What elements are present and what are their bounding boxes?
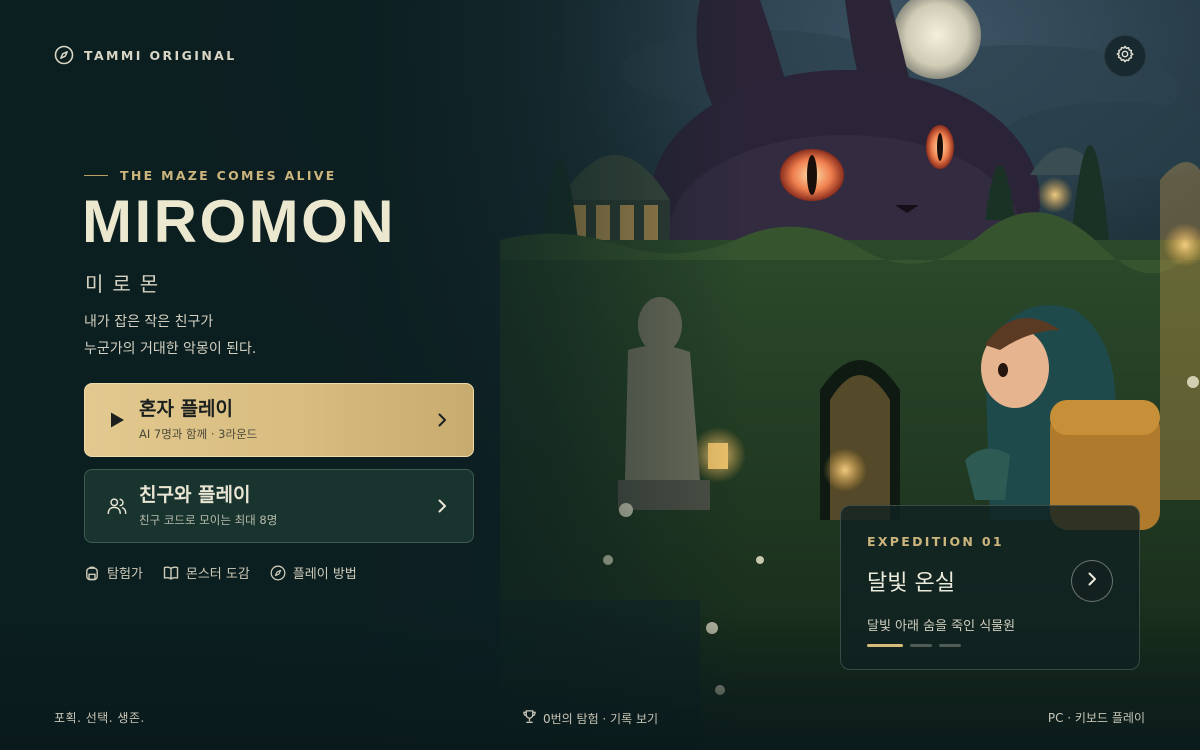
explorer-link-label: 탐험가 [107,567,143,582]
tagline-rule [84,175,108,176]
footer-slogan: 포획. 선택. 생존. [54,711,145,725]
friends-play-button[interactable]: 친구와 플레이 친구 코드로 모이는 최대 8명 [84,469,474,543]
solo-play-label: 혼자 플레이 [139,398,234,421]
pager-dot-active[interactable] [867,644,903,647]
pager-dot[interactable] [910,644,932,647]
expedition-card[interactable]: EXPEDITION 01 달빛 온실 달빛 아래 숨을 죽인 식물원 [840,505,1140,670]
game-description: 내가 잡은 작은 친구가 누군가의 거대한 악몽이 된다. [84,309,256,363]
brand: TAMMI ORIGINAL [54,45,237,65]
game-title: MIROMON [82,188,397,255]
trophy-icon [522,709,537,727]
how-to-play-link-label: 플레이 방법 [292,567,357,582]
quick-links: 탐험가 몬스터 도감 플레이 방법 [84,563,357,582]
game-title-korean: 미로몬 [85,272,168,296]
description-line: 누군가의 거대한 악몽이 된다. [84,341,257,357]
chevron-right-icon [1083,570,1101,592]
play-icon [105,408,129,432]
expedition-description: 달빛 아래 숨을 죽인 식물원 [867,619,1016,634]
chevron-right-icon [433,497,451,515]
tagline-text: THE MAZE COMES ALIVE [120,168,337,183]
tagline: THE MAZE COMES ALIVE [84,168,337,183]
explorer-link[interactable]: 탐험가 [84,563,143,582]
pager-dot[interactable] [939,644,961,647]
records-link[interactable]: 0번의 탐험 · 기록 보기 [522,709,658,727]
how-to-play-link[interactable]: 플레이 방법 [270,563,357,582]
users-icon [105,494,129,518]
monster-dex-link[interactable]: 몬스터 도감 [163,563,250,582]
friends-play-texts: 친구와 플레이 친구 코드로 모이는 최대 8명 [139,484,433,528]
solo-play-button[interactable]: 혼자 플레이 AI 7명과 함께 · 3라운드 [84,383,474,457]
expedition-number: EXPEDITION 01 [867,534,1004,549]
compass-icon [54,45,74,65]
settings-button[interactable] [1104,35,1146,77]
description-line: 내가 잡은 작은 친구가 [84,314,214,330]
compass-icon [270,565,286,581]
records-link-label: 0번의 탐험 · 기록 보기 [543,711,659,726]
chevron-right-icon [433,411,451,429]
expedition-next-button[interactable] [1071,560,1113,602]
backpack-icon [84,565,100,581]
friends-play-label: 친구와 플레이 [139,484,251,507]
brand-name: TAMMI ORIGINAL [84,47,237,63]
platform-note: PC · 키보드 플레이 [1047,711,1145,725]
expedition-pager [867,644,961,647]
gear-icon [1115,44,1135,68]
friends-play-sub: 친구 코드로 모이는 최대 8명 [139,512,278,527]
title-screen: TAMMI ORIGINAL THE MAZE COMES ALIVE MIRO… [0,0,1200,750]
solo-play-sub: AI 7명과 함께 · 3라운드 [139,426,258,441]
solo-play-texts: 혼자 플레이 AI 7명과 함께 · 3라운드 [139,398,433,442]
monster-dex-link-label: 몬스터 도감 [185,567,250,582]
book-icon [163,565,179,581]
